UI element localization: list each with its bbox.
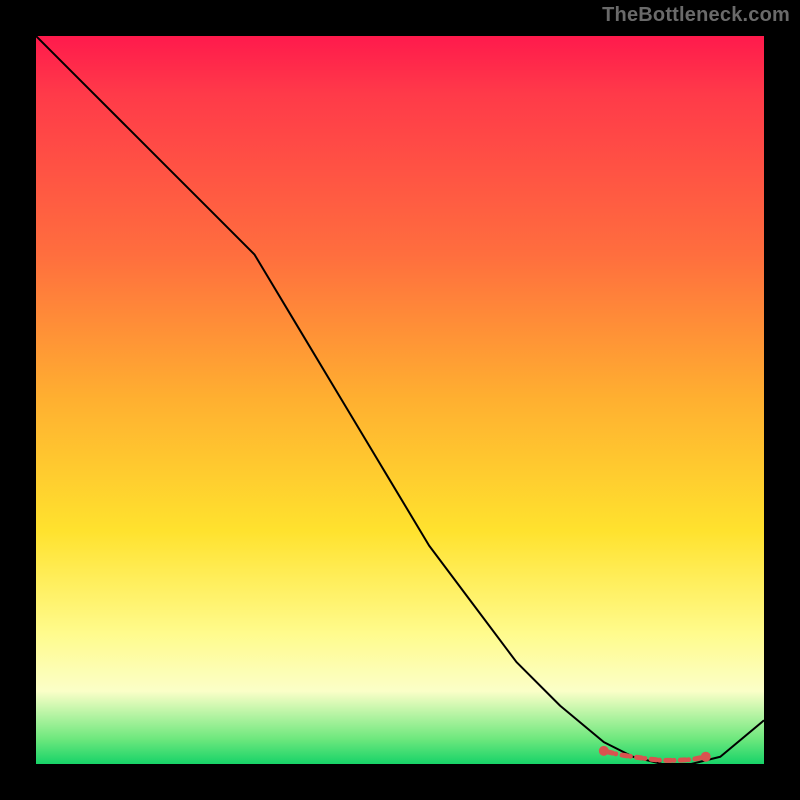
main-curve xyxy=(36,36,764,764)
plot-area xyxy=(36,36,764,764)
attribution-label: TheBottleneck.com xyxy=(602,4,790,27)
chart-frame: TheBottleneck.com xyxy=(0,0,800,800)
plot-svg xyxy=(36,36,764,764)
